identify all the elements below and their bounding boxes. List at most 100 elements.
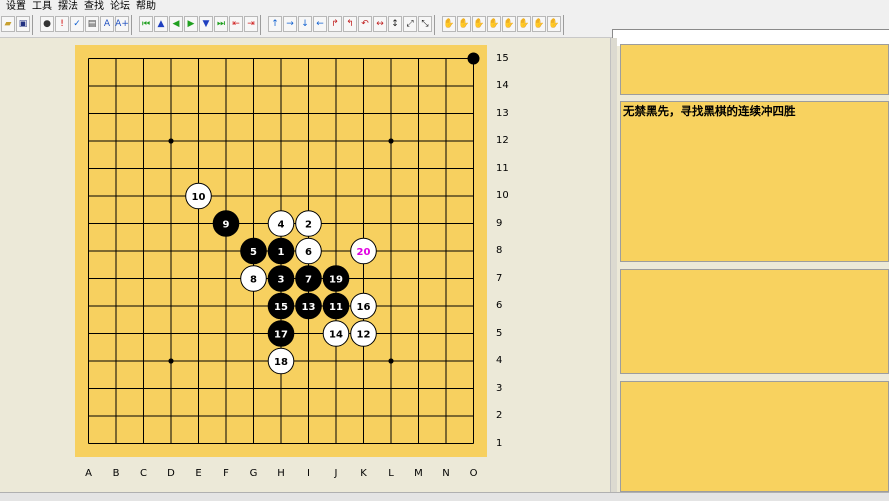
flip-h-icon[interactable]: ↔ [373, 16, 387, 32]
arrow-left-icon[interactable]: ← [313, 16, 327, 32]
column-label: D [167, 468, 175, 479]
row-label: 3 [496, 382, 503, 394]
board-canvas[interactable]: 12345 6789101112131415 1617181920 [75, 45, 487, 457]
last-move-icon[interactable]: ⏭ [214, 16, 228, 32]
rotate-ccw-icon[interactable]: ↰ [343, 16, 357, 32]
column-label: J [334, 468, 338, 479]
move-number: 5 [250, 247, 257, 258]
hand-icon-5[interactable]: ✋ [502, 16, 516, 32]
arrow-right-icon[interactable]: → [283, 16, 297, 32]
star-point [388, 138, 394, 144]
row-label: 13 [496, 107, 509, 119]
check-icon[interactable]: ✓ [70, 16, 84, 32]
hand-icon-4[interactable]: ✋ [487, 16, 501, 32]
column-label: B [112, 468, 120, 479]
row-label: 6 [496, 300, 503, 311]
row-label: 4 [496, 355, 503, 366]
row-label: 9 [496, 217, 503, 229]
diag1-icon[interactable]: ⤢ [403, 16, 417, 32]
notes-panel [620, 381, 889, 492]
move-number: 20 [357, 247, 371, 258]
column-label: O [469, 468, 478, 479]
row-label: 10 [496, 190, 509, 201]
toolbar-separator [434, 15, 435, 35]
variation-panel [620, 269, 889, 374]
row-label: 15 [496, 52, 509, 64]
hand-icon-1[interactable]: ✋ [442, 16, 456, 32]
arrow-up-icon[interactable]: ↑ [268, 16, 282, 32]
row-label: 14 [496, 80, 509, 91]
down-icon[interactable]: ▼ [199, 16, 213, 32]
info-panel [620, 44, 889, 95]
hand-icon-7[interactable]: ✋ [532, 16, 546, 32]
first-move-icon[interactable]: ⏮ [139, 16, 153, 32]
column-label: I [307, 468, 310, 479]
move-number: 8 [250, 275, 257, 286]
toolbar: ▰ ▣ ●! ✓ ▤ A A+ ⏮ ▲ ◀ ▶ ▼ ⏭ ⇤ ⇥ ↑ → ↓ ← ↱ ↰ ↶ ↔ ↕ ⤢ ⤡ ✋ ✋ ✋ ✋ ✋ ✋ ✋ ✋ [0, 13, 889, 46]
save-icon[interactable]: ▣ [16, 16, 30, 32]
up-icon[interactable]: ▲ [154, 16, 168, 32]
font-larger-icon[interactable]: A+ [115, 16, 129, 32]
pane-splitter[interactable] [610, 38, 617, 494]
move-number: 6 [305, 247, 312, 258]
image-icon[interactable]: ▤ [85, 16, 99, 32]
column-label: C [140, 468, 147, 479]
black-stone [467, 52, 480, 65]
row-label: 5 [496, 327, 503, 339]
menu-item[interactable]: 查找 [84, 0, 104, 13]
arrow-down-icon[interactable]: ↓ [298, 16, 312, 32]
prev-icon[interactable]: ◀ [169, 16, 183, 32]
row-label: 7 [496, 272, 503, 284]
move-number: 2 [305, 220, 312, 231]
menu-item[interactable]: 设置 [6, 0, 26, 13]
next-icon[interactable]: ▶ [184, 16, 198, 32]
mark-icon[interactable]: ! [55, 16, 69, 32]
move-number: 10 [192, 192, 206, 203]
column-label: K [360, 468, 367, 479]
move-number: 1 [278, 247, 285, 258]
toolbar-separator [131, 15, 132, 35]
move-number: 7 [305, 275, 312, 286]
hand-icon-2[interactable]: ✋ [457, 16, 471, 32]
column-label: M [414, 468, 423, 479]
row-label: 11 [496, 162, 509, 174]
move-number: 12 [357, 330, 371, 341]
gomoku-board[interactable]: 1 2 3 4 5 6 7 8 9 10 11 12 13 14 15 16 17 18 19 20 [75, 45, 487, 457]
hand-icon-6[interactable]: ✋ [517, 16, 531, 32]
move-number: 3 [278, 275, 285, 286]
flip-v-icon[interactable]: ↕ [388, 16, 402, 32]
row-label: 2 [496, 410, 503, 421]
row-label: 8 [496, 245, 503, 256]
branch-left-icon[interactable]: ⇤ [229, 16, 243, 32]
menu-item[interactable]: 论坛 [110, 0, 130, 13]
diag2-icon[interactable]: ⤡ [418, 16, 432, 32]
star-point [168, 358, 174, 364]
comment-panel[interactable]: 无禁黑先，寻找黑棋的连续冲四胜 [620, 101, 889, 262]
font-smaller-icon[interactable]: A [100, 16, 114, 32]
move-number: 14 [329, 330, 343, 341]
move-number: 15 [274, 302, 288, 313]
branch-right-icon[interactable]: ⇥ [244, 16, 258, 32]
move-number: 17 [274, 330, 288, 341]
move-number: 4 [278, 220, 285, 231]
move-number: 9 [223, 220, 230, 231]
move-number: 19 [329, 275, 343, 286]
column-label: H [277, 468, 285, 479]
hand-icon-3[interactable]: ✋ [472, 16, 486, 32]
stones-icon[interactable]: ● [40, 16, 54, 32]
rotate-cw-icon[interactable]: ↱ [328, 16, 342, 32]
menu-item[interactable]: 帮助 [136, 0, 156, 13]
move-number: 13 [302, 302, 316, 313]
column-label: F [223, 468, 229, 479]
move-number: 16 [357, 302, 371, 313]
column-label: A [85, 468, 92, 479]
menu-item[interactable]: 摆法 [58, 0, 78, 13]
undo-icon[interactable]: ↶ [358, 16, 372, 32]
row-label: 1 [496, 437, 503, 449]
toolbar-separator [32, 15, 33, 35]
open-icon[interactable]: ▰ [1, 16, 15, 32]
star-point [388, 358, 394, 364]
hand-icon-8[interactable]: ✋ [547, 16, 561, 32]
comment-text: 无禁黑先，寻找黑棋的连续冲四胜 [623, 104, 796, 118]
menu-item[interactable]: 工具 [32, 0, 52, 13]
